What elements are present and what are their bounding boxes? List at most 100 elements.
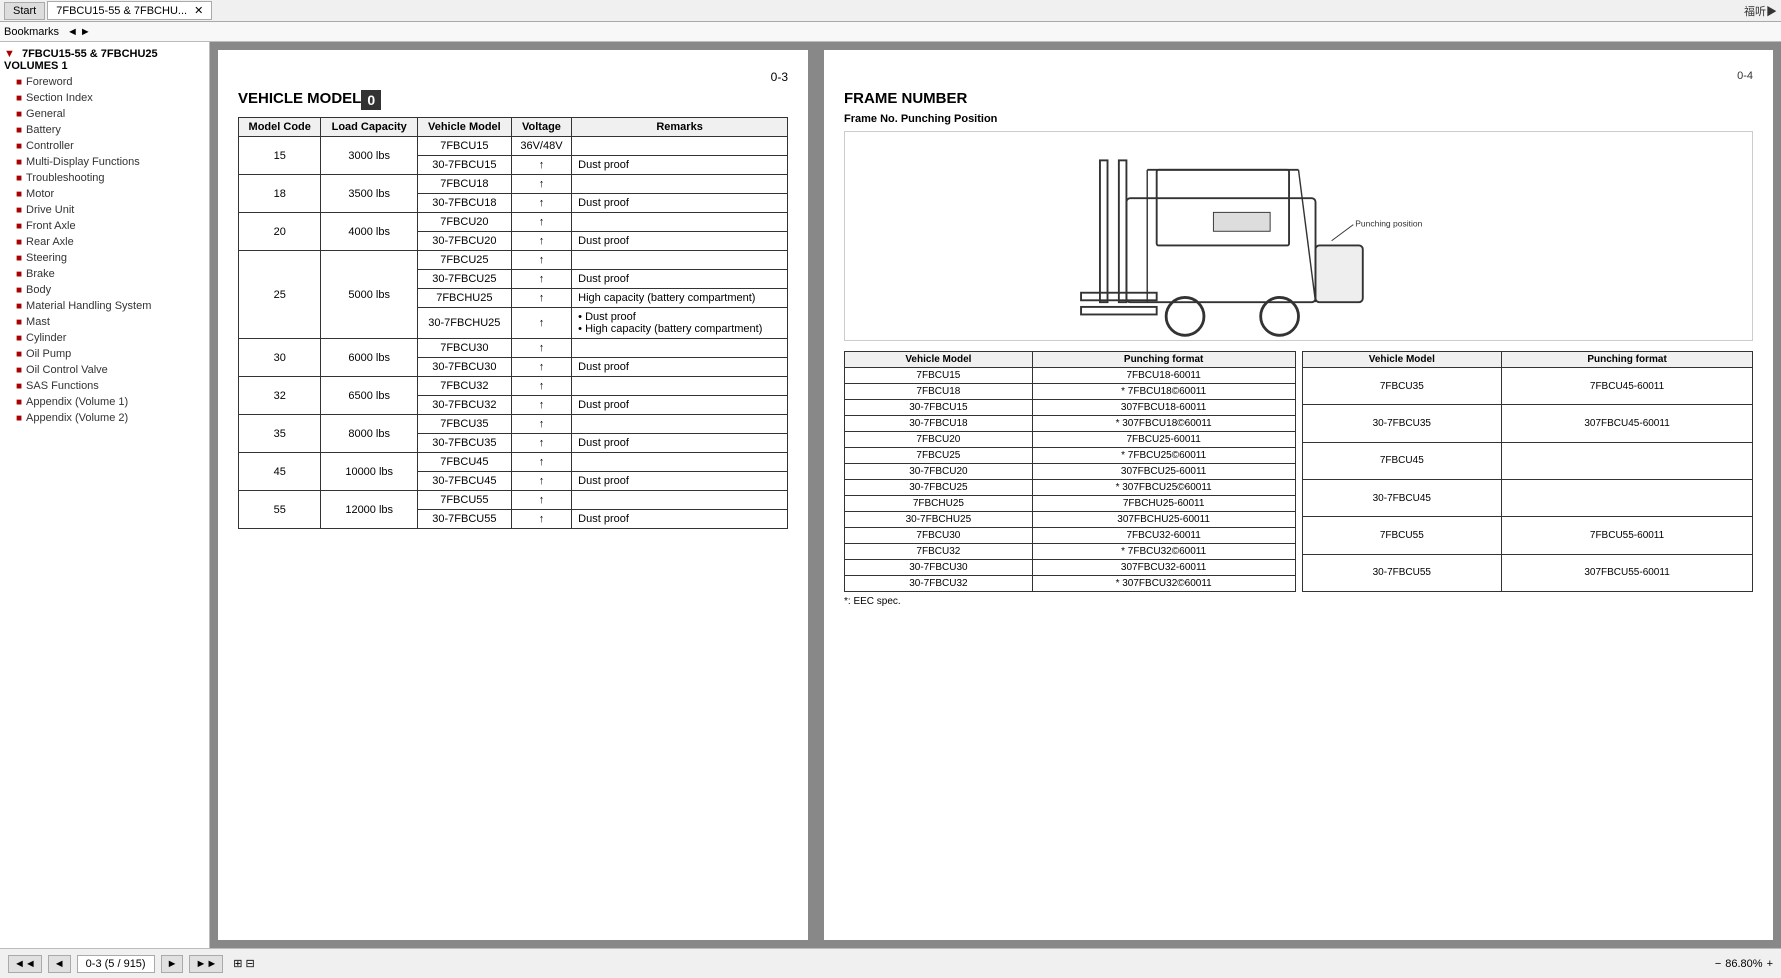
oil-pump-arrow-icon: ■ (16, 349, 22, 360)
sidebar-item-brake[interactable]: ■ Brake (0, 266, 209, 282)
sidebar-item-body[interactable]: ■ Body (0, 282, 209, 298)
voltage-30-7fbcu30: ↑ (511, 358, 571, 377)
sidebar-item-oil-pump[interactable]: ■ Oil Pump (0, 346, 209, 362)
remarks-30-7fbcu18: Dust proof (572, 194, 788, 213)
remarks-7fbcu55 (572, 491, 788, 510)
table-row: 15 3000 lbs 7FBCU15 36V/48V (239, 137, 788, 156)
sidebar-item-troubleshooting[interactable]: ■ Troubleshooting (0, 170, 209, 186)
voltage-7fbcu45: ↑ (511, 453, 571, 472)
table-row: 7FBCU557FBCU55-60011 (1302, 517, 1753, 554)
nav-prev-button[interactable]: ◄ (48, 955, 71, 973)
sidebar-item-material-handling[interactable]: ■ Material Handling System (0, 298, 209, 314)
sidebar-item-motor[interactable]: ■ Motor (0, 186, 209, 202)
load-cap-18: 3500 lbs (321, 175, 418, 213)
vehicle-model-7fbcu35: 7FBCU35 (417, 415, 511, 434)
load-cap-25: 5000 lbs (321, 251, 418, 339)
voltage-30-7fbcu32: ↑ (511, 396, 571, 415)
sidebar-item-cylinder[interactable]: ■ Cylinder (0, 330, 209, 346)
vehicle-model-7fbchu25: 7FBCHU25 (417, 289, 511, 308)
col-header-model-code: Model Code (239, 118, 321, 137)
rear-axle-arrow-icon: ■ (16, 237, 22, 248)
remarks-7fbcu18 (572, 175, 788, 194)
remarks-7fbcu45 (572, 453, 788, 472)
bottom-right: − 86.80% + (1715, 958, 1773, 970)
sidebar-item-controller[interactable]: ■ Controller (0, 138, 209, 154)
sidebar-item-multi-display[interactable]: ■ Multi-Display Functions (0, 154, 209, 170)
model-code-30: 30 (239, 339, 321, 377)
table-row: 35 8000 lbs 7FBCU35 ↑ (239, 415, 788, 434)
page-num-right: 0-4 (844, 70, 1753, 82)
load-cap-15: 3000 lbs (321, 137, 418, 175)
vehicle-model-7fbcu20: 7FBCU20 (417, 213, 511, 232)
top-bar: Start 7FBCU15-55 & 7FBCHU... ✕ 福听▶ (0, 0, 1781, 22)
page-num-left: 0-3 (238, 70, 788, 84)
sidebar-item-appendix-vol2[interactable]: ■ Appendix (Volume 2) (0, 410, 209, 426)
bookmarks-label: Bookmarks (4, 26, 59, 38)
table-row: 7FBCU307FBCU32-60011 (845, 528, 1296, 544)
frame-right-col2-header: Punching format (1502, 352, 1753, 368)
nav-last-button[interactable]: ►► (189, 955, 223, 973)
remarks-7fbchu25: High capacity (battery compartment) (572, 289, 788, 308)
table-row: 7FBCU32* 7FBCU32©60011 (845, 544, 1296, 560)
bookmarks-nav-left[interactable]: ◄ (67, 26, 78, 38)
sidebar-item-section-index[interactable]: ■ Section Index (0, 90, 209, 106)
vehicle-model-table: Model Code Load Capacity Vehicle Model V… (238, 117, 788, 529)
remarks-7fbcu20 (572, 213, 788, 232)
remarks-30-7fbcu45: Dust proof (572, 472, 788, 491)
page-right: 0-4 FRAME NUMBER Frame No. Punching Posi… (824, 50, 1773, 940)
voltage-30-7fbcu18: ↑ (511, 194, 571, 213)
table-row: 30-7FBCU15307FBCU18-60011 (845, 400, 1296, 416)
appendix-vol2-arrow-icon: ■ (16, 413, 22, 424)
table-row: 32 6500 lbs 7FBCU32 ↑ (239, 377, 788, 396)
table-row: 7FBCU357FBCU45-60011 (1302, 368, 1753, 405)
table-row: 7FBCU25* 7FBCU25©60011 (845, 448, 1296, 464)
nav-first-button[interactable]: ◄◄ (8, 955, 42, 973)
load-cap-45: 10000 lbs (321, 453, 418, 491)
page-left: 0-3 VEHICLE MODEL 0 Model Code Load Capa… (218, 50, 808, 940)
sidebar-item-rear-axle[interactable]: ■ Rear Axle (0, 234, 209, 250)
sidebar-item-front-axle[interactable]: ■ Front Axle (0, 218, 209, 234)
frame-number-title: FRAME NUMBER (844, 90, 1753, 107)
nav-next-button[interactable]: ► (161, 955, 184, 973)
page-indicator[interactable]: 0-3 (5 / 915) (77, 955, 155, 973)
frame-table-right: Vehicle Model Punching format 7FBCU357FB… (1302, 351, 1754, 592)
battery-arrow-icon: ■ (16, 125, 22, 136)
body-arrow-icon: ■ (16, 285, 22, 296)
table-row: 30-7FBCU32* 307FBCU32©60011 (845, 576, 1296, 592)
sidebar-item-battery[interactable]: ■ Battery (0, 122, 209, 138)
voltage-7fbchu25: ↑ (511, 289, 571, 308)
sidebar-item-foreword[interactable]: ■ Foreword (0, 74, 209, 90)
sidebar: ▼ 7FBCU15-55 & 7FBCHU25 VOLUMES 1 ■ Fore… (0, 42, 210, 948)
sidebar-item-drive-unit[interactable]: ■ Drive Unit (0, 202, 209, 218)
table-row: 30 6000 lbs 7FBCU30 ↑ (239, 339, 788, 358)
front-axle-arrow-icon: ■ (16, 221, 22, 232)
remarks-7fbcu25 (572, 251, 788, 270)
tab-main[interactable]: 7FBCU15-55 & 7FBCHU... ✕ (47, 1, 212, 20)
table-row: 30-7FBCU55307FBCU55-60011 (1302, 554, 1753, 591)
sidebar-item-sas-functions[interactable]: ■ SAS Functions (0, 378, 209, 394)
col-header-load-capacity: Load Capacity (321, 118, 418, 137)
vehicle-model-30-7fbcu25: 30-7FBCU25 (417, 270, 511, 289)
table-row: 30-7FBCU18* 307FBCU18©60011 (845, 416, 1296, 432)
sidebar-item-mast[interactable]: ■ Mast (0, 314, 209, 330)
sidebar-item-general[interactable]: ■ General (0, 106, 209, 122)
zoom-in-button[interactable]: + (1767, 958, 1773, 970)
zoom-out-button[interactable]: − (1715, 958, 1721, 970)
tab-start[interactable]: Start (4, 2, 45, 20)
model-code-55: 55 (239, 491, 321, 529)
zoom-level: 86.80% (1725, 958, 1762, 970)
nav-icons: ⊞ ⊟ (233, 957, 255, 970)
table-row: 7FBCU207FBCU25-60011 (845, 432, 1296, 448)
frame-right-col1-header: Vehicle Model (1302, 352, 1502, 368)
sidebar-item-appendix-vol1[interactable]: ■ Appendix (Volume 1) (0, 394, 209, 410)
bottom-toolbar: ◄◄ ◄ 0-3 (5 / 915) ► ►► ⊞ ⊟ − 86.80% + (0, 948, 1781, 978)
bookmarks-nav-right[interactable]: ► (80, 26, 91, 38)
tab-close-button[interactable]: ✕ (194, 5, 203, 17)
vehicle-model-7fbcu55: 7FBCU55 (417, 491, 511, 510)
sidebar-item-steering[interactable]: ■ Steering (0, 250, 209, 266)
sidebar-item-oil-control-valve[interactable]: ■ Oil Control Valve (0, 362, 209, 378)
sidebar-root[interactable]: ▼ 7FBCU15-55 & 7FBCHU25 VOLUMES 1 (0, 46, 209, 74)
voltage-30-7fbcu35: ↑ (511, 434, 571, 453)
load-cap-20: 4000 lbs (321, 213, 418, 251)
frame-table-left: Vehicle Model Punching format 7FBCU157FB… (844, 351, 1296, 592)
